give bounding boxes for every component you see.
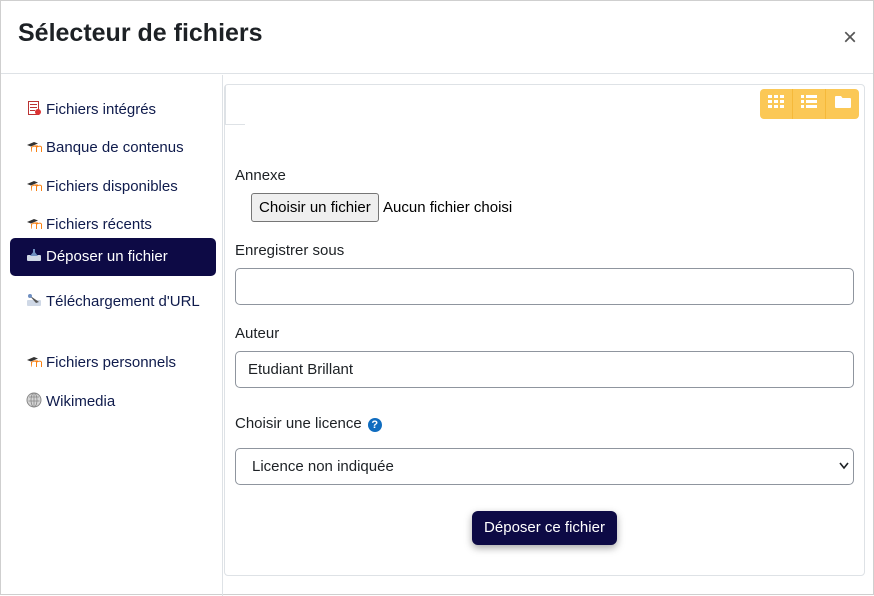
sidebar-item-label: Fichiers disponibles — [46, 178, 178, 195]
moodle-icon — [26, 177, 42, 193]
sidebar-item-embedded-files[interactable]: Fichiers intégrés — [10, 91, 216, 129]
sidebar-item-label: Banque de contenus — [46, 139, 184, 156]
list-view-icon — [801, 94, 817, 114]
sidebar-item-label: Fichiers intégrés — [46, 101, 157, 118]
list-view-button[interactable] — [793, 89, 826, 119]
sidebar-item-upload-file[interactable]: Déposer un fichier — [10, 238, 216, 276]
chevron-down-icon — [838, 449, 850, 498]
folder-view-button[interactable] — [826, 89, 859, 119]
folder-view-icon — [834, 95, 851, 114]
embedded-files-icon — [26, 100, 42, 116]
sidebar-item-content-bank[interactable]: Banque de contenus — [10, 129, 216, 167]
sidebar-item-available-files[interactable]: Fichiers disponibles — [10, 168, 216, 206]
attachment-label: Annexe — [235, 167, 286, 184]
grid-view-icon — [768, 94, 784, 114]
moodle-icon — [26, 215, 42, 231]
license-selected-value: Licence non indiquée — [252, 458, 394, 475]
choose-file-button[interactable]: Choisir un fichier — [251, 193, 379, 222]
sidebar-item-label: Déposer un fichier — [46, 248, 168, 265]
sidebar-item-personal-files[interactable]: Fichiers personnels — [10, 344, 216, 382]
author-input[interactable] — [235, 351, 854, 388]
modal-header: Sélecteur de fichiers × — [1, 1, 873, 74]
upload-file-button[interactable]: Déposer ce fichier — [472, 511, 617, 545]
sidebar-item-label: Wikimedia — [46, 393, 116, 410]
moodle-icon — [26, 138, 42, 154]
url-download-icon — [26, 292, 42, 308]
license-select[interactable]: Licence non indiquée — [235, 448, 854, 485]
upload-icon — [26, 247, 42, 263]
help-icon[interactable]: ? — [367, 418, 382, 432]
sidebar-item-label: Fichiers personnels — [46, 354, 177, 371]
repository-sidebar: Fichiers intégrés Banque de contenus Fic… — [1, 75, 223, 596]
sidebar-item-url-download[interactable]: Téléchargement d'URL — [10, 283, 216, 321]
file-status-text: Aucun fichier choisi — [383, 199, 513, 216]
license-label-text: Choisir une licence — [235, 415, 362, 432]
moodle-icon — [26, 353, 42, 369]
sidebar-item-label: Fichiers récents — [46, 216, 152, 233]
view-toggle-group — [760, 89, 859, 119]
toolbar-edge — [225, 85, 245, 125]
modal-title: Sélecteur de fichiers — [18, 19, 263, 47]
close-button[interactable]: × — [839, 25, 861, 51]
save-as-input[interactable] — [235, 268, 854, 305]
upload-panel: Annexe Choisir un fichier Aucun fichier … — [224, 84, 865, 576]
grid-view-button[interactable] — [760, 89, 793, 119]
save-as-label: Enregistrer sous — [235, 242, 345, 259]
file-picker-modal: Sélecteur de fichiers × Fichiers intégré… — [0, 0, 874, 596]
wikimedia-icon — [26, 392, 42, 408]
sidebar-item-wikimedia[interactable]: Wikimedia — [10, 383, 216, 421]
license-label: Choisir une licence? — [235, 415, 382, 432]
author-label: Auteur — [235, 325, 280, 342]
sidebar-item-label: Téléchargement d'URL — [46, 293, 200, 310]
